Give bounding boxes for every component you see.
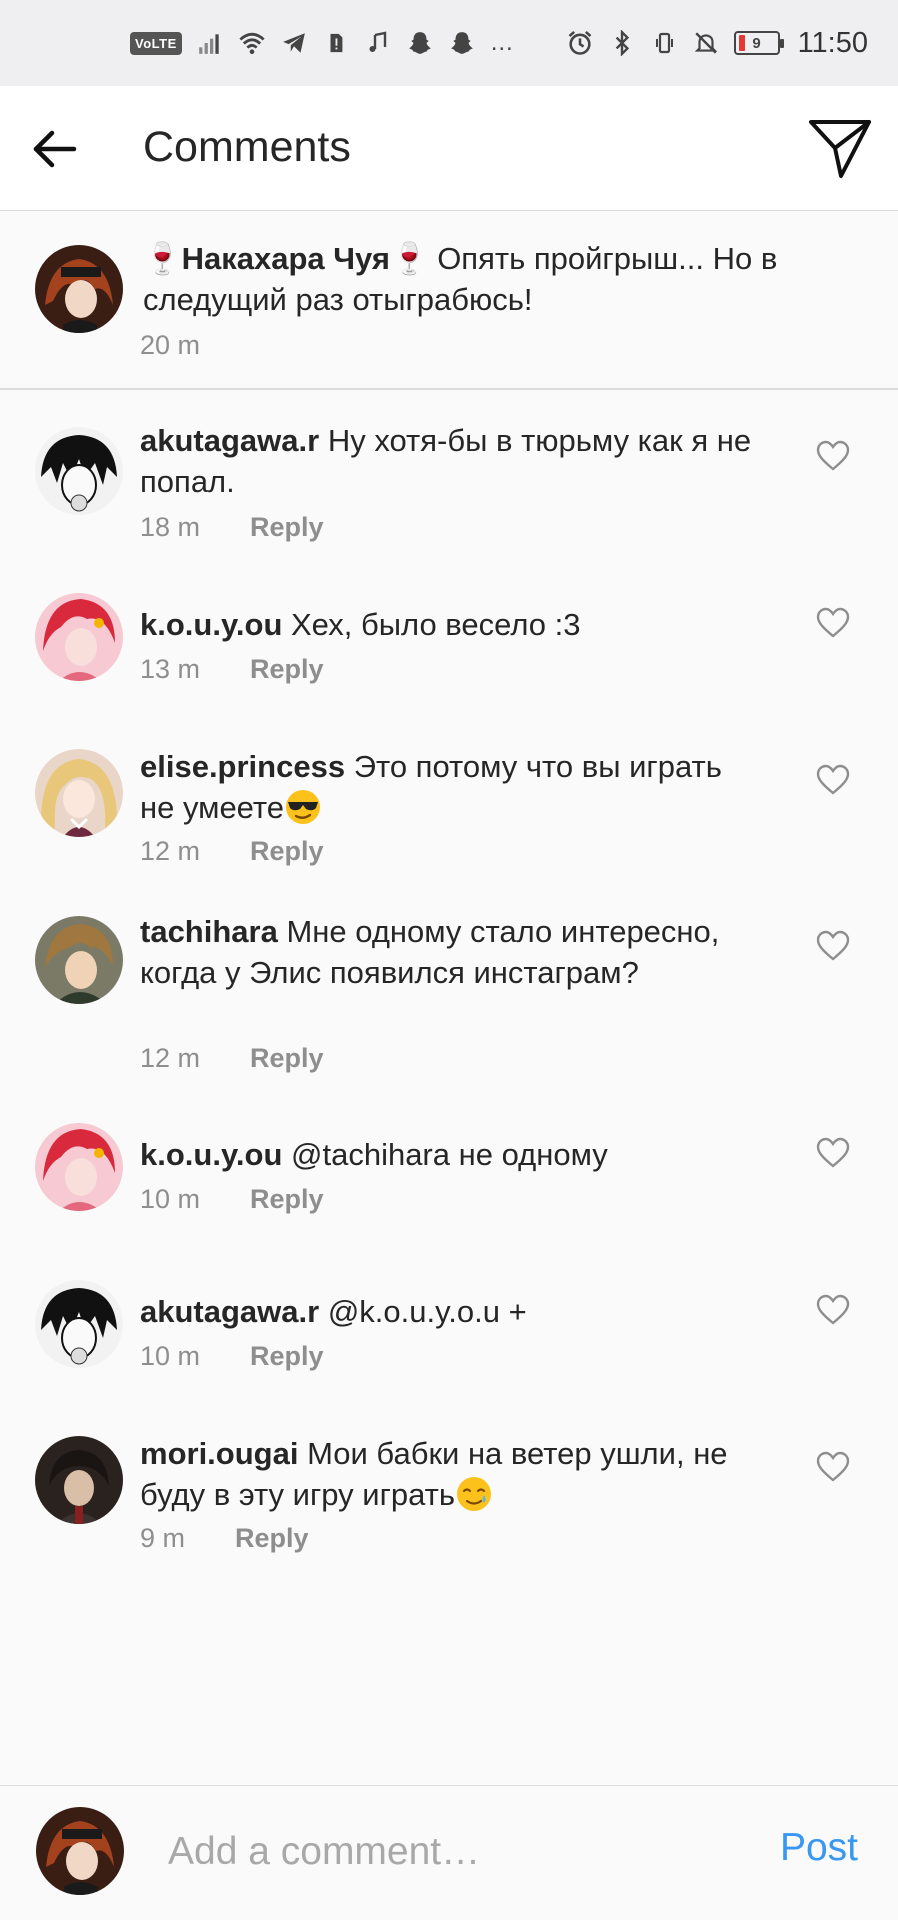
like-heart-icon[interactable]: [816, 1294, 850, 1326]
comment-meta: 9 m Reply: [140, 1523, 309, 1554]
comment-time: 9 m: [140, 1523, 186, 1553]
battery-level: 9: [752, 34, 761, 52]
send-icon: [809, 120, 871, 178]
comment-time: 10 m: [140, 1184, 201, 1214]
comment-time: 10 m: [140, 1341, 201, 1371]
crying-smile-emoji: [455, 1475, 493, 1513]
comment-time: 18 m: [140, 512, 201, 542]
comment-username[interactable]: k.o.u.y.ou: [140, 607, 282, 642]
wine-glass-emoji: 🍷: [389, 241, 429, 276]
snapchat-icon: [448, 29, 476, 57]
comment-time: 13 m: [140, 654, 201, 684]
like-heart-icon[interactable]: [816, 1451, 850, 1483]
comment-meta: 13 m Reply: [140, 654, 324, 685]
comment-text: k.o.u.y.ou Хех, было весело :3: [140, 604, 760, 645]
telegram-icon: [280, 29, 308, 57]
reply-button[interactable]: Reply: [250, 836, 324, 867]
comment-body: Хех, было весело :3: [282, 607, 581, 642]
comment-text: mori.ougai Мои бабки на ветер ушли, не б…: [140, 1433, 760, 1515]
caption-text: 🍷Накахара Чуя🍷 Опять пройгрыш... Но в сл…: [143, 238, 863, 320]
clock: 11:50: [797, 26, 868, 59]
alarm-icon: [566, 29, 594, 57]
share-button[interactable]: [808, 118, 872, 180]
like-heart-icon[interactable]: [816, 607, 850, 639]
post-caption: 🍷Накахара Чуя🍷 Опять пройгрыш... Но в сл…: [0, 212, 898, 390]
comment-meta: 18 m Reply: [140, 512, 324, 543]
like-heart-icon[interactable]: [816, 764, 850, 796]
avatar-mori[interactable]: [35, 1436, 123, 1524]
sunglasses-emoji: [284, 788, 322, 826]
caption-meta: 20 m: [140, 330, 200, 361]
status-right-icons: 9 11:50: [566, 27, 868, 60]
comment-text: akutagawa.r Ну хотя-бы в тюрьму как я не…: [140, 420, 760, 502]
comment-composer: Post: [0, 1785, 898, 1920]
back-button[interactable]: [30, 124, 80, 174]
bluetooth-icon: [608, 29, 636, 57]
reply-button[interactable]: Reply: [250, 512, 324, 543]
avatar-akutagawa[interactable]: [35, 427, 123, 515]
comment-username[interactable]: akutagawa.r: [140, 1294, 319, 1329]
comment-meta: 10 m Reply: [140, 1341, 324, 1372]
comment-body: @tachihara не одному: [282, 1137, 608, 1172]
reply-button[interactable]: Reply: [235, 1523, 309, 1554]
battery-icon: 9: [733, 31, 784, 55]
like-heart-icon[interactable]: [816, 440, 850, 472]
reply-button[interactable]: Reply: [250, 1043, 324, 1074]
avatar-akutagawa[interactable]: [35, 1280, 123, 1368]
sim-alert-icon: [322, 29, 350, 57]
wine-glass-emoji: 🍷: [143, 241, 182, 276]
comments-screen: VoLTE … 9 11:50 Comments 🍷Накахара Чуя🍷 …: [0, 0, 898, 1920]
current-user-avatar: [36, 1807, 124, 1895]
comment-meta: 12 m Reply: [140, 1043, 324, 1074]
comment-text: elise.princess Это потому что вы играть …: [140, 746, 760, 828]
reply-button[interactable]: Reply: [250, 1184, 324, 1215]
comment-meta: 10 m Reply: [140, 1184, 324, 1215]
avatar-kouyou[interactable]: [35, 1123, 123, 1211]
post-button[interactable]: Post: [780, 1826, 858, 1870]
mute-icon: [692, 29, 720, 57]
music-note-icon: [364, 29, 392, 57]
like-heart-icon[interactable]: [816, 930, 850, 962]
comment-text: akutagawa.r @k.o.u.y.o.u +: [140, 1291, 760, 1332]
signal-icon: [196, 29, 224, 57]
avatar-chuya[interactable]: [35, 245, 123, 333]
status-bar: VoLTE … 9 11:50: [0, 0, 898, 86]
comment-meta: 12 m Reply: [140, 836, 324, 867]
comment-input[interactable]: [168, 1824, 738, 1880]
volte-icon: VoLTE: [130, 31, 182, 55]
back-arrow-icon: [33, 130, 77, 168]
like-heart-icon[interactable]: [816, 1137, 850, 1169]
avatar-kouyou[interactable]: [35, 593, 123, 681]
reply-button[interactable]: Reply: [250, 1341, 324, 1372]
comment-body: @k.o.u.y.o.u +: [319, 1294, 527, 1329]
comment-username[interactable]: akutagawa.r: [140, 423, 319, 458]
status-left-icons: VoLTE …: [130, 29, 514, 57]
comment-username[interactable]: tachihara: [140, 914, 278, 949]
wifi-icon: [238, 29, 266, 57]
avatar-elise[interactable]: [35, 749, 123, 837]
header: Comments: [0, 86, 898, 211]
caption-username[interactable]: 🍷Накахара Чуя🍷: [143, 241, 429, 276]
page-title: Comments: [143, 123, 351, 171]
avatar-tachihara[interactable]: [35, 916, 123, 1004]
comment-time: 12 m: [140, 836, 201, 866]
caption-time: 20 m: [140, 330, 201, 360]
comment-username[interactable]: k.o.u.y.ou: [140, 1137, 282, 1172]
vibrate-icon: [650, 29, 678, 57]
comment-time: 12 m: [140, 1043, 201, 1073]
reply-button[interactable]: Reply: [250, 654, 324, 685]
comment-username[interactable]: mori.ougai: [140, 1436, 298, 1471]
more-icon: …: [489, 29, 514, 56]
snapchat-icon: [406, 29, 434, 57]
comment-username[interactable]: elise.princess: [140, 749, 345, 784]
comment-text: tachihara Мне одному стало интересно, ко…: [140, 911, 760, 993]
comment-text: k.o.u.y.ou @tachihara не одному: [140, 1134, 760, 1175]
